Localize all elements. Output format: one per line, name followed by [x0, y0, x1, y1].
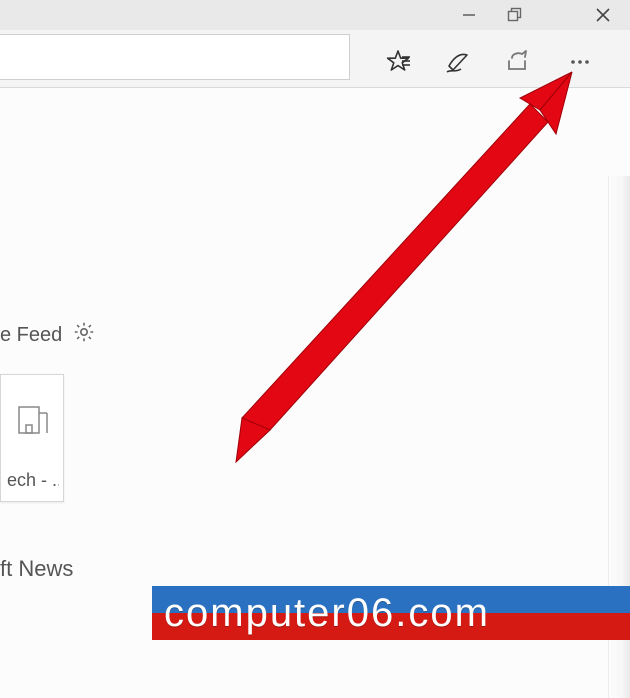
tile-icon: [1, 389, 65, 449]
restore-icon: [507, 7, 523, 23]
stage: e Feed ech - ...: [0, 0, 630, 698]
web-notes-icon: [443, 47, 473, 77]
close-icon: [596, 8, 610, 22]
watermark: computer06.com: [152, 586, 630, 640]
top-site-tile[interactable]: ech - ...: [0, 374, 64, 502]
tile-label: ech - ...: [7, 470, 59, 491]
hide-feed-label: e Feed: [0, 324, 62, 347]
watermark-text: computer06.com: [164, 586, 490, 640]
window-titlebar: [0, 0, 630, 30]
browser-toolbar: [0, 30, 630, 88]
hide-feed-row[interactable]: e Feed: [0, 320, 96, 350]
minimize-icon: [462, 8, 476, 22]
maximize-button[interactable]: [492, 0, 538, 30]
settings-and-more-button[interactable]: [556, 42, 604, 82]
minimize-button[interactable]: [446, 0, 492, 30]
share-button[interactable]: [494, 42, 542, 82]
favorites-icon: [384, 48, 412, 76]
gear-icon[interactable]: [72, 320, 96, 350]
share-icon: [504, 48, 532, 76]
more-ellipsis-icon: [566, 48, 594, 76]
close-button[interactable]: [580, 0, 626, 30]
web-notes-button[interactable]: [434, 42, 482, 82]
address-bar[interactable]: [0, 34, 350, 80]
add-favorites-button[interactable]: [374, 42, 422, 82]
news-heading: ft News: [0, 556, 73, 582]
